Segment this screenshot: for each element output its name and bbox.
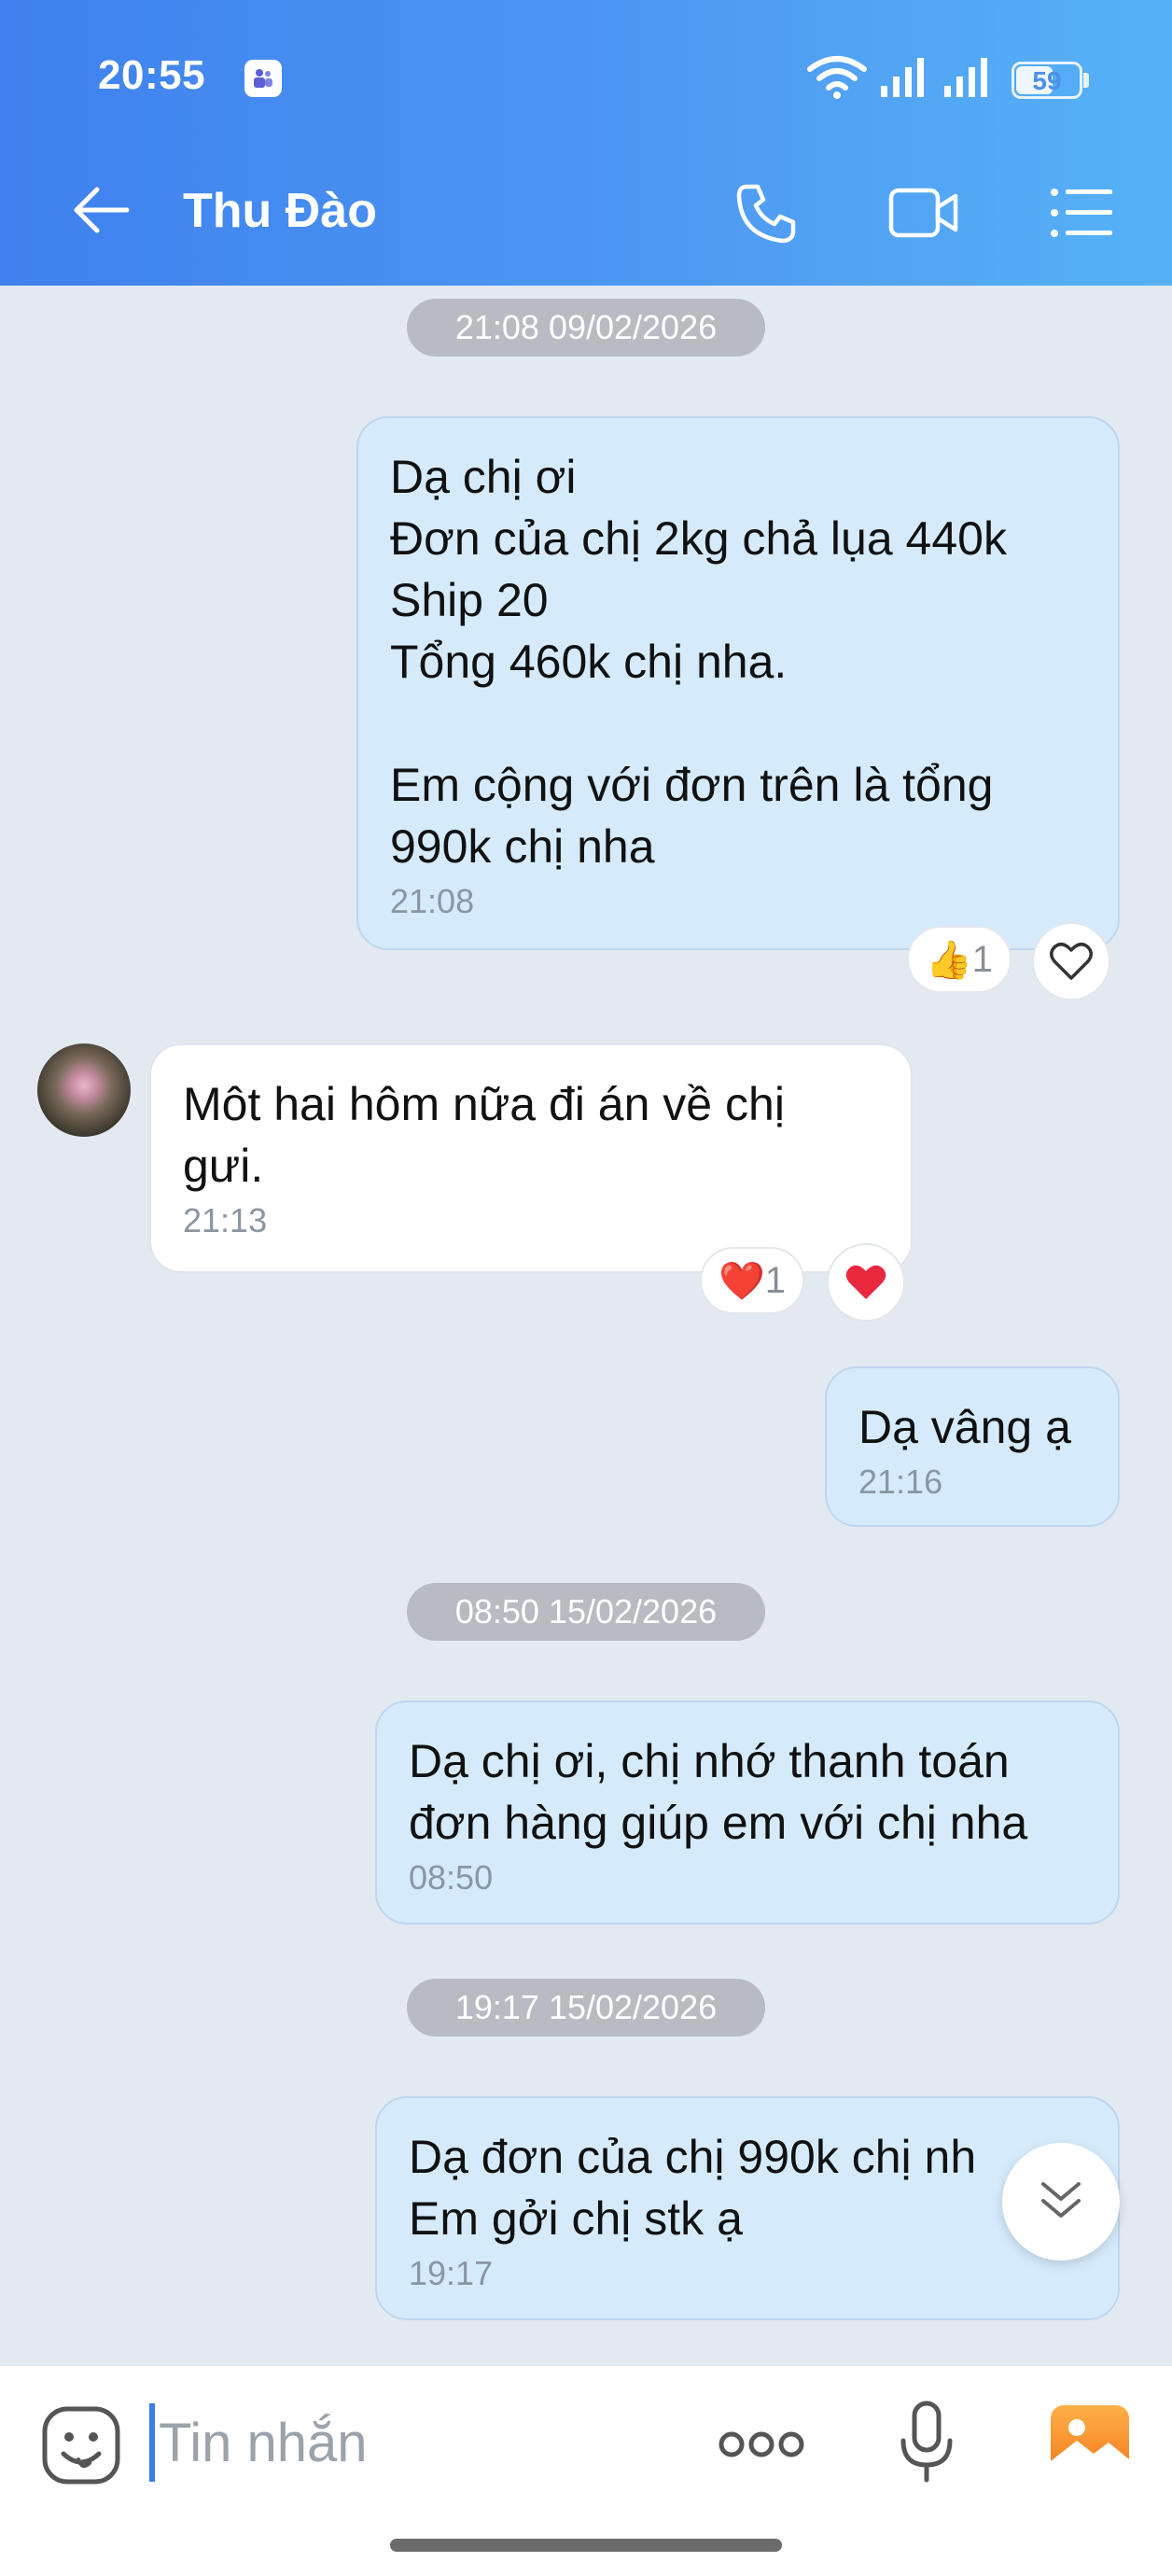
heart-icon: ❤️: [718, 1260, 765, 1302]
thumbs-up-icon: 👍: [925, 939, 972, 981]
chat-messages[interactable]: 21:08 09/02/2026 Dạ chị ơi Đơn của chị 2…: [0, 286, 1172, 2365]
message-bubble-outgoing[interactable]: Dạ chị ơi, chị nhớ thanh toán đơn hàng g…: [375, 1701, 1120, 1925]
cell-signal-icon: [879, 56, 928, 104]
notification-app-icon: [244, 60, 282, 97]
reaction-summary[interactable]: 👍 1: [907, 926, 1012, 993]
list-menu-icon[interactable]: [1049, 183, 1114, 243]
message-time: 08:50: [409, 1858, 494, 1897]
emoji-sticker-icon[interactable]: [41, 2405, 121, 2485]
message-bubble-outgoing[interactable]: Dạ chị ơi Đơn của chị 2kg chả lụa 440k S…: [356, 416, 1120, 950]
message-time: 19:17: [409, 2254, 494, 2292]
back-arrow-icon[interactable]: [69, 177, 134, 243]
message-text: Dạ vâng ạ: [858, 1401, 1071, 1453]
image-gallery-icon[interactable]: [1049, 2403, 1131, 2478]
message-time: 21:08: [390, 882, 475, 920]
contact-name[interactable]: Thu Đào: [183, 183, 377, 239]
message-text: Môt hai hôm nữa đi án về chị gưi.: [183, 1078, 785, 1192]
message-time: 21:16: [858, 1463, 943, 1501]
text-cursor: [149, 2403, 155, 2482]
contact-avatar[interactable]: [37, 1043, 131, 1137]
double-chevron-down-icon: [1038, 2177, 1084, 2228]
message-text: Dạ chị ơi Đơn của chị 2kg chả lụa 440k S…: [390, 451, 1007, 873]
chat-header: 20:55 59 Thu Đào: [0, 0, 1172, 286]
message-time: 21:13: [183, 1201, 268, 1239]
date-separator: 19:17 15/02/2026: [407, 1979, 765, 2037]
message-input[interactable]: [159, 2403, 681, 2482]
date-separator: 08:50 15/02/2026: [407, 1583, 765, 1641]
status-time: 20:55: [98, 52, 206, 98]
phone-icon[interactable]: [733, 179, 801, 246]
battery-level: 59: [1032, 66, 1062, 95]
home-indicator[interactable]: [390, 2539, 782, 2552]
reaction-summary[interactable]: ❤️ 1: [700, 1247, 804, 1314]
message-text: Dạ đơn của chị 990k chị nh Em gởi chị st…: [409, 2131, 977, 2245]
reaction-count: 1: [971, 938, 994, 980]
cell-signal-icon: [942, 56, 991, 104]
heart-outline-icon[interactable]: [1032, 922, 1110, 1001]
video-camera-icon[interactable]: [888, 183, 959, 243]
scroll-to-bottom-button[interactable]: [1002, 2143, 1120, 2261]
date-separator: 21:08 09/02/2026: [407, 299, 765, 357]
heart-filled-icon[interactable]: [827, 1243, 905, 1322]
message-bubble-outgoing[interactable]: Dạ vâng ạ 21:16: [825, 1366, 1120, 1527]
reaction-count: 1: [764, 1259, 787, 1301]
more-options-icon[interactable]: [717, 2424, 806, 2465]
message-text: Dạ chị ơi, chị nhớ thanh toán đơn hàng g…: [409, 1735, 1028, 1849]
battery-icon: 59: [1012, 62, 1082, 99]
microphone-icon[interactable]: [898, 2400, 956, 2485]
message-bubble-incoming[interactable]: Môt hai hôm nữa đi án về chị gưi. 21:13: [149, 1043, 913, 1273]
wifi-icon: [806, 54, 868, 104]
